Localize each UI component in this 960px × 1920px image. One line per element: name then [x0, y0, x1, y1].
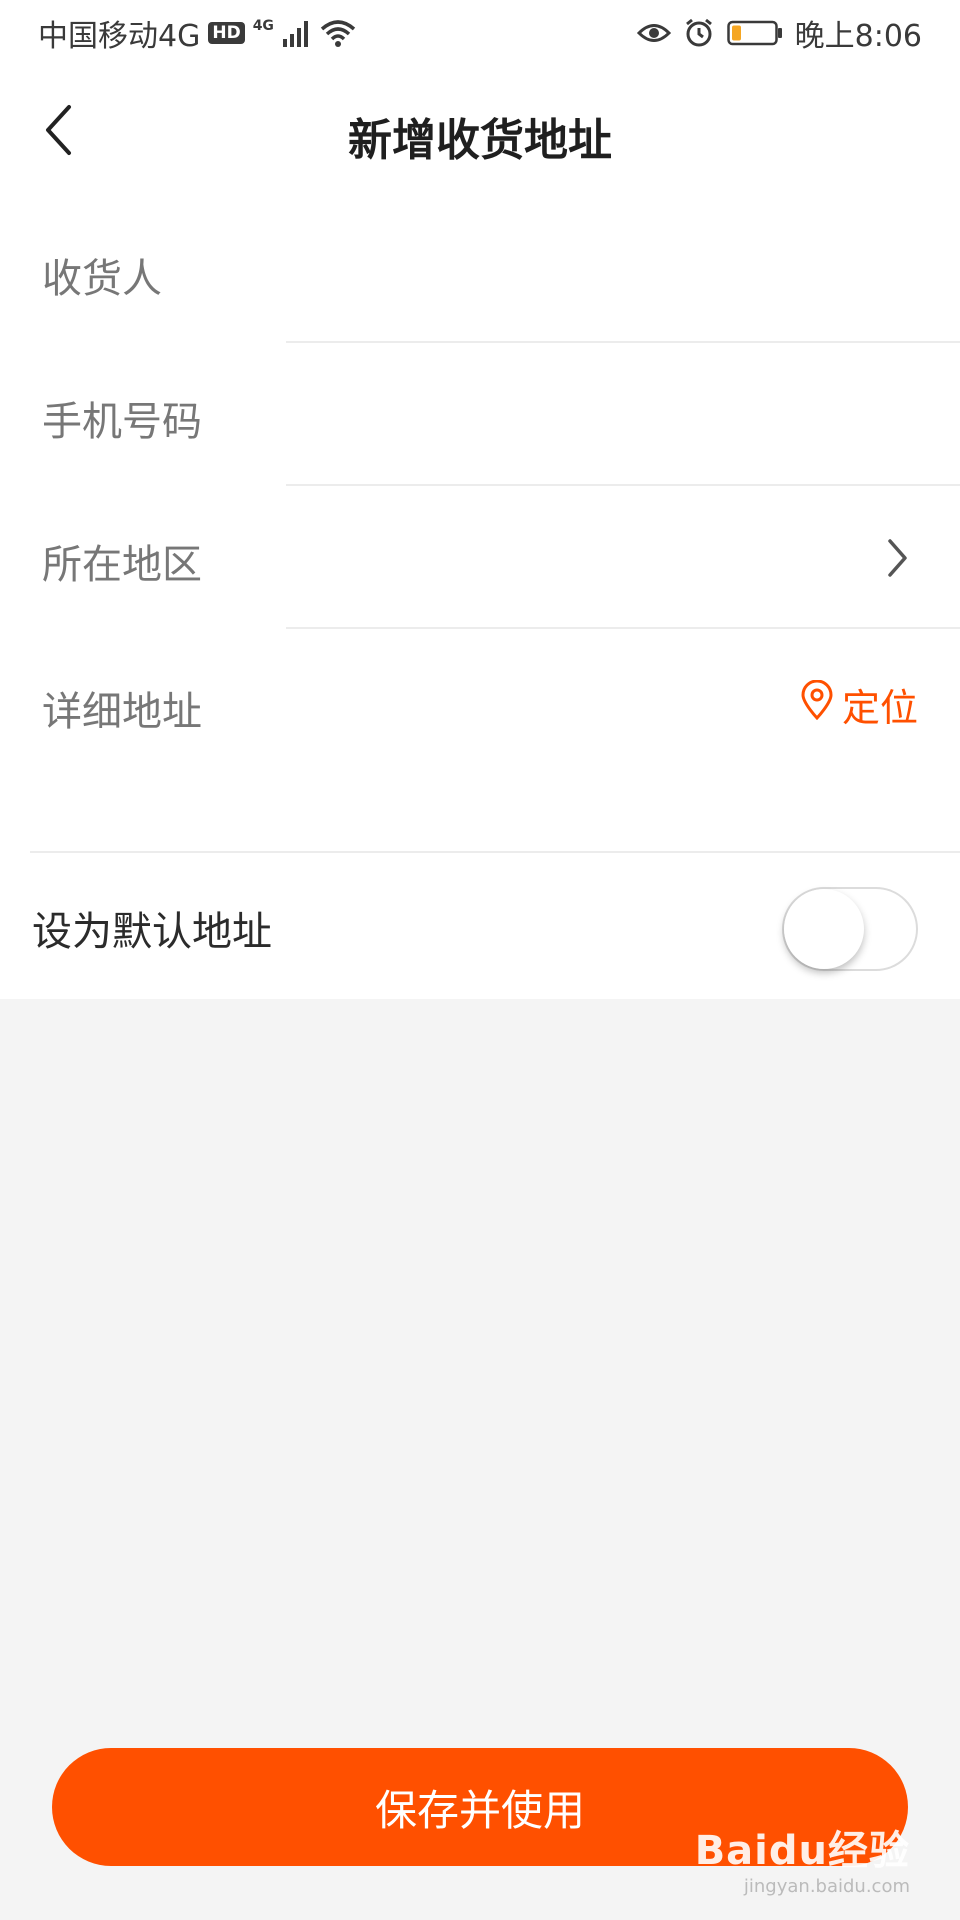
address-input[interactable] [286, 669, 740, 819]
carrier-label: 中国移动4G [38, 19, 201, 54]
alarm-icon [683, 17, 715, 49]
watermark-sub: jingyan.baidu.com [743, 1876, 910, 1897]
phone-label: 手机号码 [42, 399, 202, 445]
phone-input[interactable] [286, 373, 920, 453]
region-label: 所在地区 [42, 542, 202, 588]
status-left: 中国移动4G HD 4G [38, 11, 356, 55]
locate-label: 定位 [841, 686, 918, 730]
screen: 中国移动4G HD 4G 晚上8:06 新增收货地址 收货人 手机号码 所在地区… [0, 0, 960, 1920]
watermark-main: Baidu经验 [694, 1828, 910, 1874]
recipient-label: 收货人 [42, 256, 162, 302]
signal-icon [282, 19, 312, 47]
default-address-toggle[interactable] [782, 887, 918, 971]
address-form: 收货人 手机号码 所在地区 详细地址 定位 设为默认地址 [0, 200, 960, 999]
network-type-label: 4G [252, 18, 274, 34]
hd-badge: HD [208, 22, 245, 44]
status-right: 晚上8:06 [636, 11, 922, 55]
default-address-label: 设为默认地址 [32, 909, 272, 955]
eye-icon [636, 20, 671, 46]
recipient-row: 收货人 [0, 200, 960, 343]
clock-label: 晚上8:06 [794, 19, 922, 54]
phone-row: 手机号码 [0, 343, 960, 486]
status-bar: 中国移动4G HD 4G 晚上8:06 [0, 0, 960, 66]
default-address-row: 设为默认地址 [0, 853, 960, 999]
location-pin-icon [800, 679, 834, 729]
address-label: 详细地址 [42, 689, 202, 735]
recipient-input[interactable] [286, 230, 920, 310]
address-row: 详细地址 定位 [0, 629, 960, 851]
locate-button[interactable]: 定位 [800, 677, 918, 732]
chevron-right-icon [878, 536, 918, 580]
toggle-knob [784, 889, 864, 969]
wifi-icon [320, 19, 356, 47]
navigation-header: 新增收货地址 [0, 66, 960, 200]
battery-icon [726, 19, 783, 47]
region-row[interactable]: 所在地区 [0, 486, 960, 629]
page-title: 新增收货地址 [348, 115, 612, 166]
baidu-watermark: Baidu经验 jingyan.baidu.com [695, 1818, 910, 1897]
